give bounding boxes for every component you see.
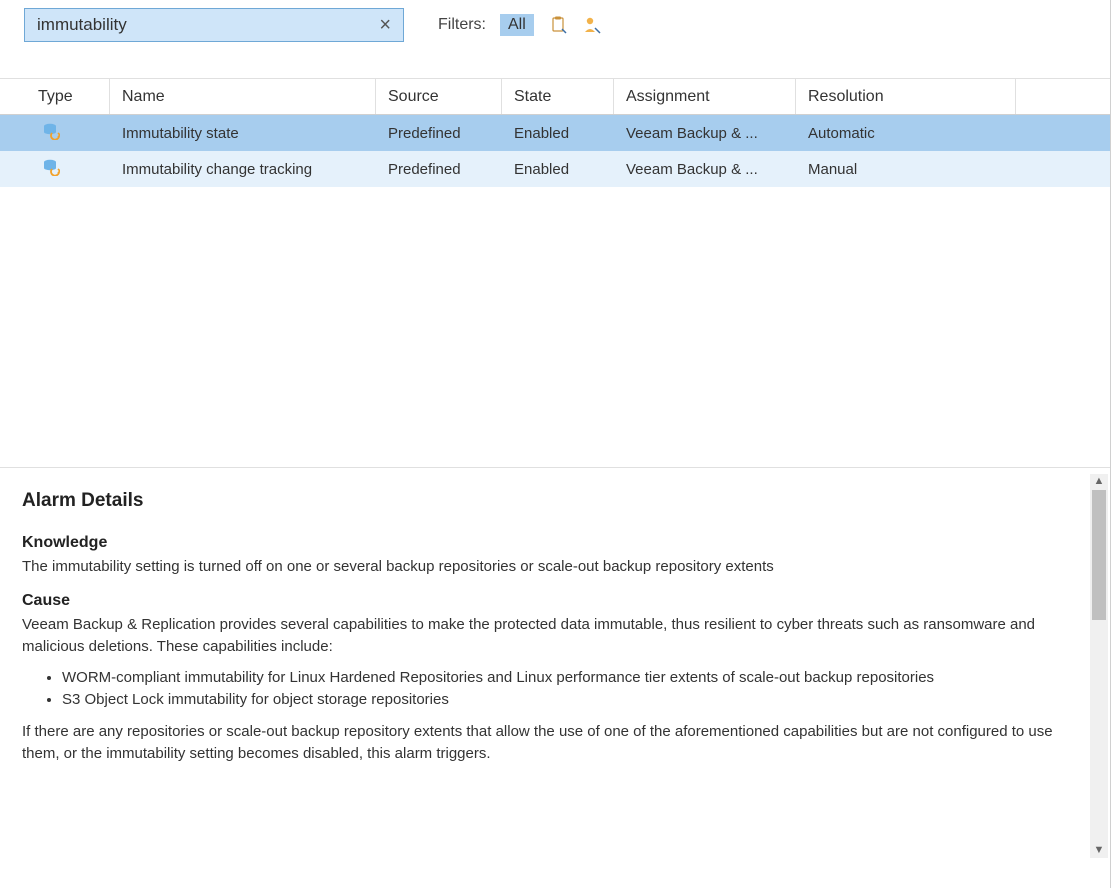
search-input[interactable] [35, 14, 373, 36]
cause-footer: If there are any repositories or scale-o… [22, 721, 1080, 765]
cause-list-item: S3 Object Lock immutability for object s… [62, 689, 1080, 711]
cell-resolution: Automatic [796, 125, 1016, 142]
scroll-down-icon[interactable]: ▼ [1094, 843, 1105, 858]
col-header-source[interactable]: Source [376, 79, 502, 114]
table-row[interactable]: Immutability change tracking Predefined … [0, 151, 1110, 187]
filters-label: Filters: [438, 16, 486, 34]
table-header: Type Name Source State Assignment Resolu… [0, 79, 1110, 115]
knowledge-heading: Knowledge [22, 534, 1080, 552]
cause-list: WORM-compliant immutability for Linux Ha… [22, 667, 1080, 711]
cell-resolution: Manual [796, 161, 1016, 178]
col-header-assignment[interactable]: Assignment [614, 79, 796, 114]
alarm-table: Type Name Source State Assignment Resolu… [0, 78, 1110, 187]
col-header-state[interactable]: State [502, 79, 614, 114]
cell-name: Immutability state [110, 125, 376, 142]
col-header-resolution[interactable]: Resolution [796, 79, 1016, 114]
repository-icon [42, 127, 60, 144]
col-header-type[interactable]: Type [20, 79, 110, 114]
filter-clipboard-icon[interactable] [548, 15, 568, 35]
filter-all-button[interactable]: All [500, 14, 534, 36]
search-box[interactable]: × [24, 8, 404, 42]
toolbar: × Filters: All [0, 0, 1110, 50]
alarm-details-pane: Alarm Details Knowledge The immutability… [0, 468, 1110, 864]
details-title: Alarm Details [22, 490, 1080, 512]
scroll-up-icon[interactable]: ▲ [1094, 474, 1105, 489]
repository-icon [42, 163, 60, 180]
cause-list-item: WORM-compliant immutability for Linux Ha… [62, 667, 1080, 689]
cell-source: Predefined [376, 125, 502, 142]
table-row[interactable]: Immutability state Predefined Enabled Ve… [0, 115, 1110, 151]
col-header-name[interactable]: Name [110, 79, 376, 114]
knowledge-text: The immutability setting is turned off o… [22, 556, 1080, 578]
cell-state: Enabled [502, 161, 614, 178]
clear-search-icon[interactable]: × [373, 15, 397, 35]
cell-state: Enabled [502, 125, 614, 142]
cell-name: Immutability change tracking [110, 161, 376, 178]
details-scrollbar[interactable]: ▲ ▼ [1090, 474, 1108, 858]
cell-assignment: Veeam Backup & ... [614, 161, 796, 178]
cause-intro: Veeam Backup & Replication provides seve… [22, 614, 1080, 658]
cause-heading: Cause [22, 592, 1080, 610]
empty-space [0, 187, 1110, 467]
filter-user-icon[interactable] [582, 15, 602, 35]
cell-source: Predefined [376, 161, 502, 178]
cell-assignment: Veeam Backup & ... [614, 125, 796, 142]
scroll-thumb[interactable] [1092, 490, 1106, 620]
